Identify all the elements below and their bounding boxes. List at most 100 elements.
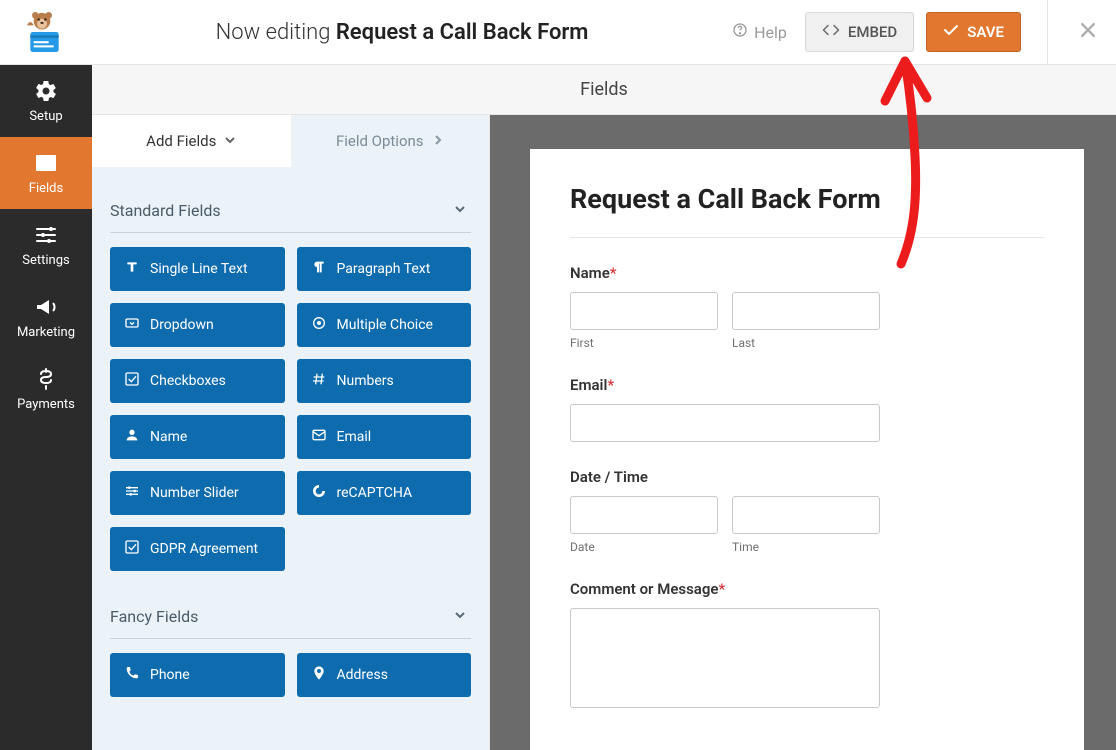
field-label: Checkboxes (150, 373, 226, 389)
field-label: Number Slider (150, 485, 239, 501)
nav-payments[interactable]: Payments (0, 353, 92, 425)
text-icon (124, 259, 140, 279)
field-label: Multiple Choice (337, 317, 433, 333)
check-icon (943, 23, 959, 41)
field-checkboxes[interactable]: Checkboxes (110, 359, 285, 403)
field-label: Dropdown (150, 317, 214, 333)
embed-button[interactable]: EMBED (805, 12, 914, 52)
editing-prefix: Now editing (216, 20, 331, 45)
preview-field-comment[interactable]: Comment or Message* (570, 580, 1044, 708)
field-recaptcha[interactable]: reCAPTCHA (297, 471, 472, 515)
field-label: reCAPTCHA (337, 485, 413, 501)
tab-label: Add Fields (146, 132, 216, 150)
check-icon (124, 539, 140, 559)
field-label: GDPR Agreement (150, 541, 258, 557)
comment-textarea[interactable] (570, 608, 880, 708)
close-button[interactable] (1078, 20, 1098, 44)
field-paragraph-text[interactable]: Paragraph Text (297, 247, 472, 291)
help-icon (732, 22, 748, 42)
label-text: Comment or Message (570, 580, 718, 598)
section-title: Fancy Fields (110, 607, 198, 626)
field-email[interactable]: Email (297, 415, 472, 459)
field-label: Numbers (337, 373, 394, 389)
field-address[interactable]: Address (297, 653, 472, 697)
divider (110, 638, 471, 639)
field-label: Date / Time (570, 468, 1044, 486)
field-label: Address (337, 667, 388, 683)
field-single-line-text[interactable]: Single Line Text (110, 247, 285, 291)
nav-label: Marketing (17, 325, 75, 340)
sublabel: First (570, 336, 718, 350)
label-text: Name (570, 264, 610, 282)
user-icon (124, 427, 140, 447)
email-input[interactable] (570, 404, 880, 442)
required-asterisk: * (607, 376, 614, 394)
tab-label: Field Options (336, 132, 424, 150)
wpforms-logo[interactable] (12, 7, 72, 57)
nav-marketing[interactable]: Marketing (0, 281, 92, 353)
divider (1047, 0, 1048, 65)
divider (110, 232, 471, 233)
nav-setup[interactable]: Setup (0, 65, 92, 137)
tab-field-options[interactable]: Field Options (291, 115, 490, 167)
form-preview-card: Request a Call Back Form Name* First (530, 149, 1084, 750)
preview-field-email[interactable]: Email* (570, 376, 1044, 442)
radio-icon (311, 315, 327, 335)
sublabel: Time (732, 540, 880, 554)
last-name-input[interactable] (732, 292, 880, 330)
help-link[interactable]: Help (732, 22, 787, 42)
save-button[interactable]: SAVE (926, 12, 1021, 52)
form-name: Request a Call Back Form (336, 20, 589, 45)
required-asterisk: * (610, 264, 617, 282)
nav-settings[interactable]: Settings (0, 209, 92, 281)
section-standard-fields[interactable]: Standard Fields (110, 183, 471, 232)
section-title: Standard Fields (110, 201, 221, 220)
field-label: Name* (570, 264, 1044, 282)
field-multiple-choice[interactable]: Multiple Choice (297, 303, 472, 347)
field-label: Email* (570, 376, 1044, 394)
save-label: SAVE (967, 23, 1004, 41)
field-label: Single Line Text (150, 261, 248, 277)
nav-fields[interactable]: Fields (0, 137, 92, 209)
first-name-input[interactable] (570, 292, 718, 330)
dropdown-icon (124, 315, 140, 335)
nav-label: Setup (29, 109, 62, 124)
chevron-down-icon (453, 607, 467, 626)
preview-field-datetime[interactable]: Date / Time Date Time (570, 468, 1044, 554)
nav-label: Payments (17, 397, 75, 412)
panel-heading: Fields (92, 65, 1116, 115)
tab-add-fields[interactable]: Add Fields (92, 115, 291, 167)
field-numbers[interactable]: Numbers (297, 359, 472, 403)
field-label: Comment or Message* (570, 580, 1044, 598)
form-preview-area[interactable]: Request a Call Back Form Name* First (490, 115, 1116, 750)
check-icon (124, 371, 140, 391)
embed-label: EMBED (848, 23, 897, 41)
paragraph-icon (311, 259, 327, 279)
field-label: Paragraph Text (337, 261, 431, 277)
field-phone[interactable]: Phone (110, 653, 285, 697)
date-input[interactable] (570, 496, 718, 534)
section-fancy-fields[interactable]: Fancy Fields (110, 589, 471, 638)
field-number-slider[interactable]: Number Slider (110, 471, 285, 515)
sublabel: Last (732, 336, 880, 350)
chevron-down-icon (453, 201, 467, 220)
help-text: Help (754, 23, 787, 42)
field-dropdown[interactable]: Dropdown (110, 303, 285, 347)
preview-field-name[interactable]: Name* First Last (570, 264, 1044, 350)
time-input[interactable] (732, 496, 880, 534)
hash-icon (311, 371, 327, 391)
required-asterisk: * (718, 580, 725, 598)
chevron-down-icon (224, 132, 236, 150)
sliders-icon (124, 483, 140, 503)
field-label: Name (150, 429, 187, 445)
field-name[interactable]: Name (110, 415, 285, 459)
mail-icon (311, 427, 327, 447)
chevron-right-icon (432, 132, 444, 150)
field-label: Email (337, 429, 372, 445)
code-icon (822, 23, 840, 41)
field-gdpr-agreement[interactable]: GDPR Agreement (110, 527, 285, 571)
pin-icon (311, 665, 327, 685)
field-label: Phone (150, 667, 190, 683)
left-nav: Setup Fields Settings Marketing Payments (0, 65, 92, 750)
preview-title: Request a Call Back Form (570, 183, 1044, 215)
